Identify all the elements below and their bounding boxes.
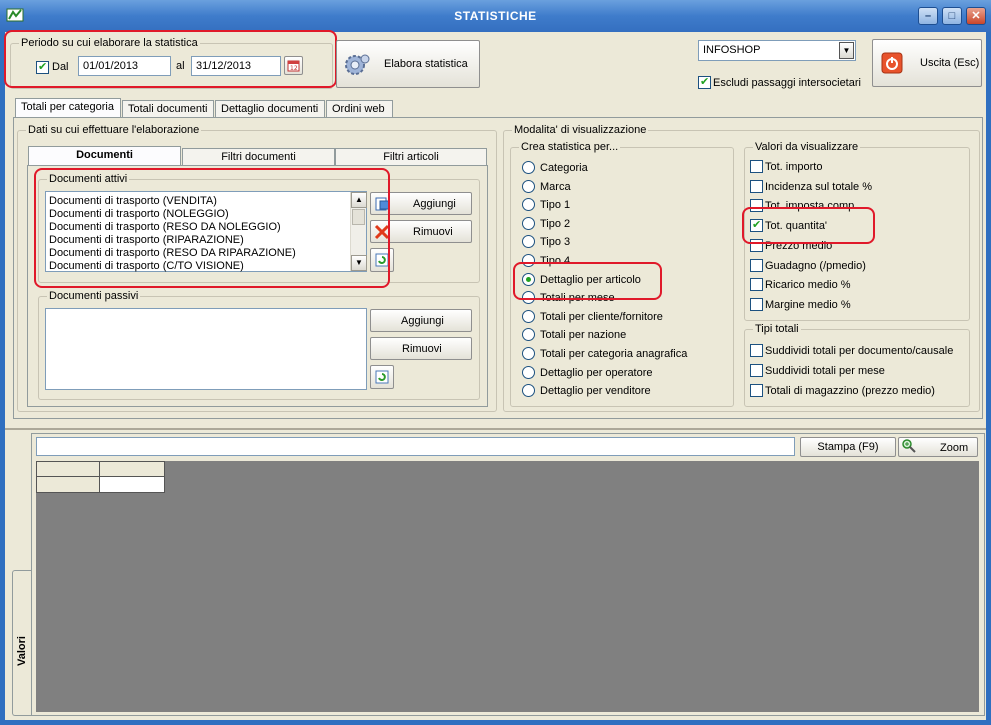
valori-checkbox-ricarico-medio[interactable] [750, 278, 763, 292]
window-title: STATISTICHE [454, 9, 537, 23]
attivi-highlight [34, 168, 390, 288]
radio-marca[interactable] [522, 179, 535, 193]
shop-select-value: INFOSHOP [703, 44, 761, 56]
period-highlight [4, 30, 337, 88]
chevron-down-icon[interactable]: ▼ [839, 42, 854, 59]
valori-label: Incidenza sul totale % [765, 180, 873, 193]
elabora-statistica-button[interactable]: Elabora statistica [336, 40, 480, 88]
escludi-label: Escludi passaggi intersocietari [713, 77, 861, 89]
radio-dettaglio-per-operatore[interactable] [522, 365, 535, 379]
rimuovi-label: Rimuovi [402, 343, 442, 355]
passivi-rimuovi-button[interactable]: Rimuovi [370, 337, 472, 360]
radio-label: Tipo 2 [540, 217, 571, 230]
radio-categoria[interactable] [522, 161, 535, 174]
radio-label: Dettaglio per operatore [540, 366, 653, 379]
tab-dettaglio-documenti[interactable]: Dettaglio documenti [215, 100, 325, 118]
minimize-button[interactable]: – [918, 7, 938, 25]
tipi-label: Suddividi totali per mese [765, 365, 885, 377]
valori-label: Margine medio % [765, 298, 851, 311]
quantita-highlight [742, 207, 875, 244]
rimuovi-label: Rimuovi [413, 226, 453, 238]
shop-select[interactable]: INFOSHOP ▼ [698, 40, 856, 61]
tipi-caption: Tipi totali [753, 323, 801, 335]
radio-label: Marca [540, 180, 571, 193]
valori-label: Ricarico medio % [765, 279, 851, 292]
aggiungi-label: Aggiungi [401, 315, 444, 327]
dati-caption: Dati su cui effettuare l'elaborazione [26, 124, 202, 136]
application-window: STATISTICHE – □ ✕ Periodo su cui elabora… [0, 0, 991, 725]
passivi-aggiungi-button[interactable]: Aggiungi [370, 309, 472, 332]
tipi-checkbox-totali-di-magazzino-prezzo-medio[interactable] [750, 384, 763, 397]
close-button[interactable]: ✕ [966, 7, 986, 25]
radio-label: Tipo 1 [540, 199, 571, 212]
grid-header-cell[interactable] [99, 461, 165, 477]
tab-totali-documenti[interactable]: Totali documenti [122, 100, 214, 118]
radio-label: Totali per nazione [540, 329, 627, 342]
valori-label: Guadagno (/pmedio) [765, 259, 866, 272]
tipi-checkbox-suddividi-totali-per-documento-causale[interactable] [750, 344, 763, 357]
zoom-label: Zoom [940, 442, 969, 454]
power-icon [881, 52, 903, 74]
radio-totali-per-cliente-fornitore[interactable] [522, 309, 535, 323]
radio-label: Categoria [540, 162, 588, 174]
stampa-button[interactable]: Stampa (F9) [800, 437, 896, 457]
tipi-label: Totali di magazzino (prezzo medio) [765, 385, 935, 397]
subtab-filtri-documenti[interactable]: Filtri documenti [182, 148, 335, 166]
radio-label: Totali per categoria anagrafica [540, 348, 688, 360]
radio-totali-per-categoria-anagrafica[interactable] [522, 347, 535, 360]
gear-icon [345, 54, 370, 75]
grid-cell[interactable] [99, 476, 165, 493]
maximize-button[interactable]: □ [942, 7, 962, 25]
radio-label: Totali per cliente/fornitore [540, 310, 663, 323]
uscita-label: Uscita (Esc) [920, 57, 980, 69]
tipi-label: Suddividi totali per documento/causale [765, 345, 954, 357]
modalita-caption: Modalita' di visualizzazione [512, 124, 649, 136]
aggiungi-label: Aggiungi [413, 198, 456, 210]
valori-label: Tot. importo [765, 161, 823, 173]
valori-checkbox-tot-importo[interactable] [750, 160, 763, 173]
refresh-icon [375, 370, 389, 384]
zoom-icon [902, 439, 916, 453]
escludi-checkbox[interactable] [698, 75, 711, 89]
radio-label: Tipo 3 [540, 236, 571, 249]
passivi-refresh-button[interactable] [370, 365, 394, 389]
title-bar: STATISTICHE – □ ✕ [0, 0, 991, 32]
filter-input[interactable] [36, 437, 795, 456]
valori-checkbox-guadagno-pmedio[interactable] [750, 258, 763, 272]
tipi-checkbox-suddividi-totali-per-mese[interactable] [750, 364, 763, 377]
radio-label: Dettaglio per venditore [540, 385, 651, 398]
valori-checkbox-margine-medio[interactable] [750, 297, 763, 311]
elabora-label: Elabora statistica [384, 58, 468, 70]
grid-row-header[interactable] [36, 476, 100, 493]
tab-totali-per-categoria[interactable]: Totali per categoria [15, 98, 121, 118]
subtab-filtri-articoli[interactable]: Filtri articoli [335, 148, 487, 166]
side-tab-valori[interactable]: Valori [12, 570, 32, 716]
tab-ordini-web[interactable]: Ordini web [326, 100, 393, 118]
dettaglio-highlight [513, 262, 662, 300]
crea-caption: Crea statistica per... [519, 141, 621, 153]
passivi-list[interactable] [45, 308, 367, 390]
client-area: Periodo su cui elaborare la statistica D… [4, 30, 986, 720]
zoom-button[interactable]: Zoom [898, 437, 978, 457]
data-grid[interactable] [36, 461, 979, 712]
valori-caption: Valori da visualizzare [753, 141, 861, 153]
grid-corner-cell [36, 461, 100, 477]
radio-tipo-2[interactable] [522, 216, 535, 230]
side-tab-label: Valori [16, 636, 28, 666]
subtab-documenti[interactable]: Documenti [28, 146, 181, 166]
uscita-button[interactable]: Uscita (Esc) [872, 39, 982, 87]
passivi-caption: Documenti passivi [47, 290, 141, 302]
valori-checkbox-incidenza-sul-totale[interactable] [750, 179, 763, 193]
